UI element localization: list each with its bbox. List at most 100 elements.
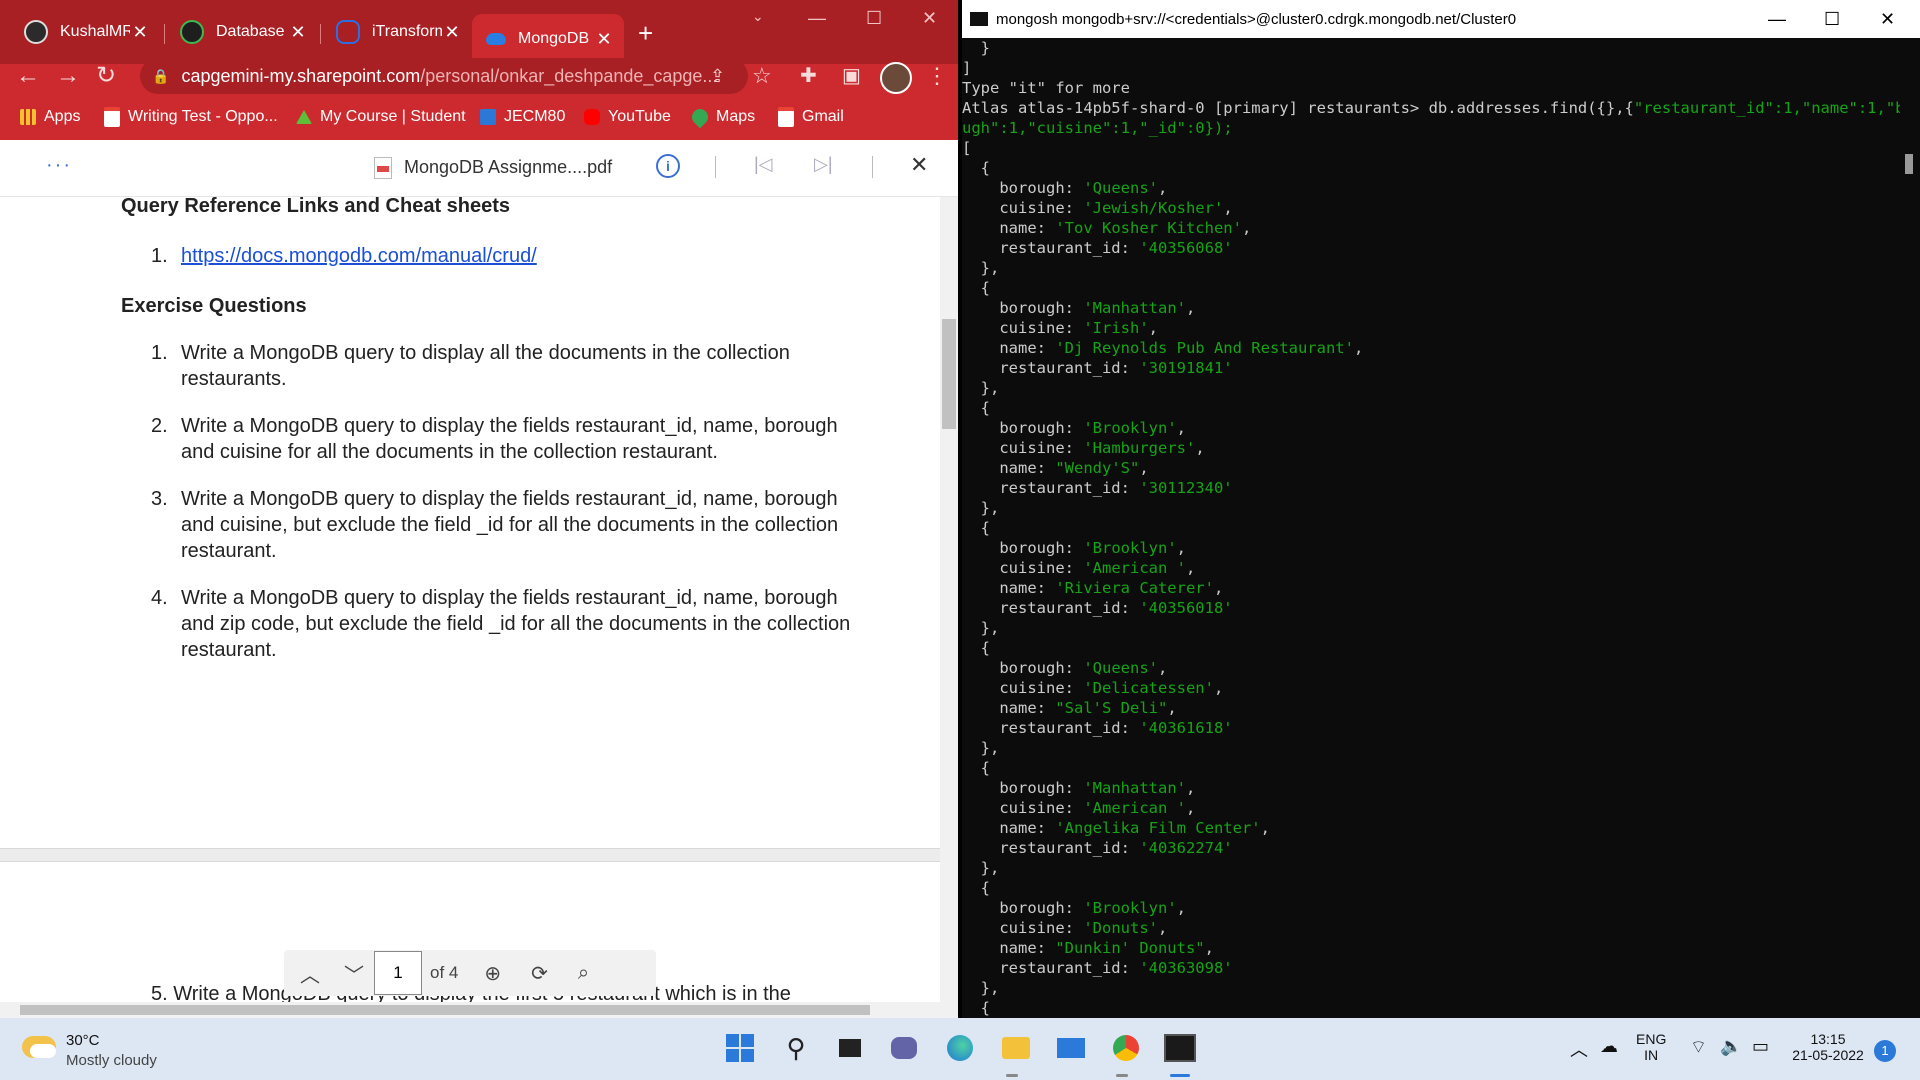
- document-field-cuisine: cuisine: 'Hamburgers',: [962, 439, 1205, 457]
- browser-window: KushalMR/ ✕ Database [ ✕ iTransform ✕ Mo…: [0, 0, 958, 1018]
- question-text-line: Write a MongoDB query to display the fie…: [181, 415, 838, 437]
- scrollbar-thumb[interactable]: [942, 319, 956, 429]
- avatar[interactable]: [880, 62, 912, 94]
- apps-grid-icon: [20, 109, 36, 125]
- menu-kebab-icon[interactable]: ⋮: [926, 64, 948, 88]
- terminal-output[interactable]: }] Type "it" for more Atlas atlas-14pb5f-s…: [962, 38, 1900, 1018]
- task-view-icon[interactable]: [834, 1032, 866, 1064]
- volume-icon[interactable]: 🔈: [1720, 1036, 1742, 1057]
- zoom-in-icon[interactable]: ⊕: [484, 961, 501, 986]
- share-icon[interactable]: ⇪: [710, 64, 725, 88]
- page-navigation-control: ︿ ﹀ 1 of 4 ⊕ ⟳ ⌕: [284, 950, 656, 996]
- weather-description[interactable]: Mostly cloudy: [66, 1052, 157, 1069]
- question-text-line: and zip code, but exclude the field _id …: [181, 613, 851, 635]
- weather-cloud-icon: [22, 1036, 56, 1058]
- clock[interactable]: 13:15 21-05-2022: [1788, 1031, 1868, 1063]
- terminal-line: }: [962, 39, 990, 57]
- bookmark-youtube[interactable]: YouTube: [584, 104, 671, 130]
- more-options-button[interactable]: ···: [46, 154, 72, 177]
- horizontal-scrollbar[interactable]: [0, 1002, 958, 1018]
- wifi-icon[interactable]: ⌔: [1690, 1036, 1707, 1059]
- search-icon[interactable]: ⌕: [578, 962, 589, 985]
- close-icon[interactable]: ✕: [130, 22, 150, 43]
- search-icon[interactable]: ⚲: [780, 1032, 812, 1064]
- minimize-button[interactable]: —: [808, 8, 826, 29]
- edge-browser-icon[interactable]: [944, 1032, 976, 1064]
- document-field-cuisine: cuisine: 'American ',: [962, 559, 1196, 577]
- last-page-icon[interactable]: ▷|: [814, 154, 833, 175]
- language-indicator[interactable]: ENG IN: [1636, 1031, 1666, 1063]
- document-field-cuisine: cuisine: 'American ',: [962, 799, 1196, 817]
- onedrive-tray-icon[interactable]: ☁: [1600, 1036, 1618, 1057]
- scrollbar-thumb[interactable]: [20, 1005, 870, 1015]
- question-text-line: Write a MongoDB query to display all the…: [181, 342, 790, 364]
- document-field-name: name: "Wendy'S",: [962, 459, 1149, 477]
- window-close-button[interactable]: ✕: [922, 8, 937, 29]
- maximize-button[interactable]: ☐: [1824, 9, 1840, 30]
- info-icon[interactable]: i: [656, 154, 680, 178]
- window-close-button[interactable]: ✕: [1880, 9, 1895, 30]
- tab-itransform[interactable]: iTransform ✕: [322, 14, 472, 50]
- battery-icon[interactable]: ▭: [1752, 1036, 1769, 1057]
- lock-icon: 🔒: [152, 67, 170, 84]
- bookmark-label: My Course | Student: [320, 108, 466, 125]
- vertical-scrollbar[interactable]: [940, 197, 958, 1003]
- bookmark-maps[interactable]: Maps: [688, 104, 755, 130]
- list-number: 1.: [151, 245, 168, 267]
- document-field-borough: borough: 'Brooklyn',: [962, 899, 1186, 917]
- tab-mongodb-active[interactable]: MongoDB ✕: [472, 14, 624, 64]
- address-bar[interactable]: 🔒 capgemini-my.sharepoint.com/personal/o…: [140, 58, 748, 94]
- bookmark-gmail[interactable]: Gmail: [778, 104, 844, 130]
- course-icon: [296, 110, 312, 124]
- show-hidden-icons-chevron-icon[interactable]: ︿: [1570, 1036, 1588, 1062]
- close-icon[interactable]: ✕: [594, 29, 614, 50]
- tab-github[interactable]: KushalMR/ ✕: [10, 14, 160, 50]
- document-close: },: [962, 739, 1000, 757]
- question-text-line: restaurants.: [181, 368, 287, 390]
- chrome-icon[interactable]: [1110, 1032, 1142, 1064]
- page-gap: [0, 848, 940, 862]
- minimize-button[interactable]: —: [1768, 9, 1786, 30]
- mail-icon[interactable]: [1055, 1032, 1087, 1064]
- close-icon[interactable]: ✕: [442, 22, 462, 43]
- rotate-icon[interactable]: ⟳: [531, 961, 548, 986]
- extensions-icon[interactable]: ✚: [800, 64, 817, 88]
- side-panel-icon[interactable]: ▣: [842, 64, 861, 88]
- terminal-prompt-line: Atlas atlas-14pb5f-shard-0 [primary] res…: [962, 99, 1900, 117]
- teams-chat-icon[interactable]: [888, 1032, 920, 1064]
- bookmark-label: Writing Test - Oppo...: [128, 108, 278, 125]
- tab-search-icon[interactable]: ⌄: [752, 8, 764, 25]
- maximize-button[interactable]: ☐: [866, 8, 882, 29]
- heading-reference-links: Query Reference Links and Cheat sheets: [121, 195, 511, 217]
- bookmark-jecm80[interactable]: JECM80: [480, 104, 565, 130]
- close-pdf-icon[interactable]: ✕: [910, 152, 928, 178]
- notification-badge[interactable]: 1: [1874, 1040, 1896, 1062]
- document-close: },: [962, 979, 1000, 997]
- previous-page-icon[interactable]: ︿: [300, 959, 320, 988]
- first-page-icon[interactable]: |◁: [754, 154, 773, 175]
- file-explorer-icon[interactable]: [1000, 1032, 1032, 1064]
- new-tab-button[interactable]: +: [638, 18, 653, 49]
- page-number-input[interactable]: 1: [374, 951, 422, 995]
- close-icon[interactable]: ✕: [288, 22, 308, 43]
- bookmark-star-icon[interactable]: ☆: [752, 64, 772, 88]
- weather-temperature[interactable]: 30°C: [66, 1032, 100, 1049]
- bookmark-apps[interactable]: Apps: [20, 104, 80, 130]
- scrollbar-thumb[interactable]: [1905, 154, 1913, 174]
- bookmark-my-course[interactable]: My Course | Student: [296, 104, 466, 130]
- bookmark-writing-test[interactable]: Writing Test - Oppo...: [104, 104, 278, 130]
- next-page-icon[interactable]: ﹀: [344, 959, 364, 988]
- gmail-icon: [104, 107, 120, 127]
- terminal-app-icon[interactable]: [1164, 1032, 1196, 1064]
- terminal-scrollbar[interactable]: [1900, 38, 1920, 1018]
- docs-link[interactable]: https://docs.mongodb.com/manual/crud/: [181, 243, 537, 269]
- reload-icon[interactable]: ↻: [96, 64, 116, 88]
- document-field-name: name: 'Dj Reynolds Pub And Restaurant',: [962, 339, 1364, 357]
- question-text-line: restaurant.: [181, 540, 277, 562]
- tab-database[interactable]: Database [ ✕: [166, 14, 318, 50]
- forward-icon[interactable]: →: [56, 64, 80, 88]
- document-field-name: name: 'Angelika Film Center',: [962, 819, 1270, 837]
- windows-start-icon[interactable]: [724, 1032, 756, 1064]
- tab-separator: [164, 24, 165, 44]
- back-icon[interactable]: ←: [16, 64, 40, 88]
